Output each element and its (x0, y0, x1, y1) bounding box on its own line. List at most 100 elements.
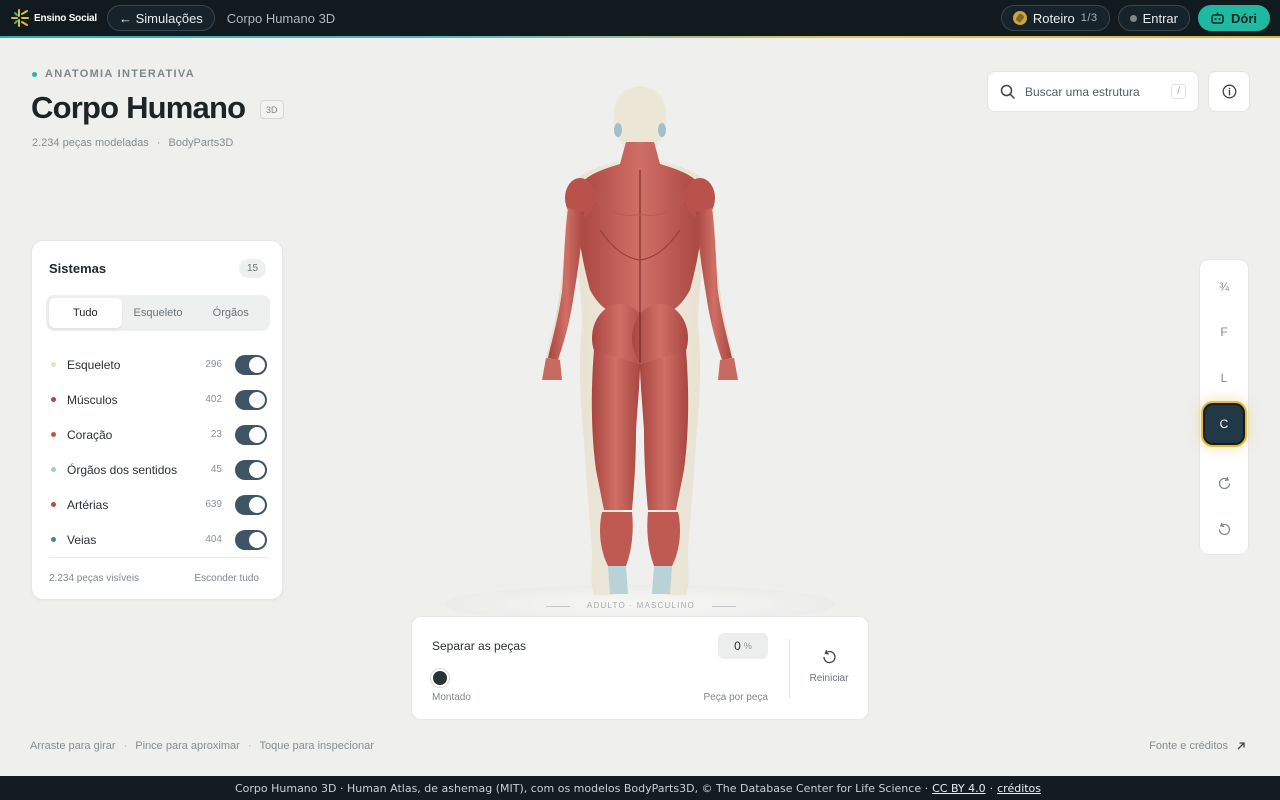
view-lateral-button[interactable]: L (1205, 359, 1243, 397)
tab-orgaos[interactable]: Órgãos (194, 298, 267, 328)
roteiro-label: Roteiro (1032, 10, 1075, 26)
reset-icon (823, 649, 836, 664)
login-button[interactable]: Entrar (1117, 5, 1190, 31)
systems-panel: Sistemas 15 Tudo Esqueleto Órgãos Esquel… (31, 240, 283, 600)
system-label: Coração (67, 427, 113, 442)
explode-panel: Separar as peças 0 % Montado Peça por pe… (411, 616, 869, 720)
hint-separator: · (123, 740, 128, 752)
system-count: 639 (205, 499, 222, 510)
explode-value-unit: % (743, 641, 752, 651)
system-toggle[interactable] (235, 424, 267, 445)
systems-count-badge: 15 (239, 259, 266, 278)
roteiro-button[interactable]: Roteiro 1/3 (1000, 5, 1110, 31)
search-shortcut: / (1171, 84, 1186, 99)
explode-value: 0 % (718, 633, 768, 659)
system-label: Músculos (67, 392, 118, 407)
hide-all-button[interactable]: Esconder tudo (195, 573, 260, 584)
eyebrow-dot-icon (32, 71, 37, 77)
footer-separator: · (989, 781, 994, 795)
attribution-text: Corpo Humano 3D · Human Atlas, de ashema… (234, 781, 929, 795)
eyebrow: ANATOMIA INTERATIVA (32, 68, 195, 80)
system-count: 296 (205, 359, 222, 370)
panel-divider (49, 557, 269, 558)
hint-zoom: Pince para aproximar (135, 740, 240, 752)
system-row-veias[interactable]: Veias 404 (49, 522, 267, 557)
eyebrow-text: ANATOMIA INTERATIVA (45, 68, 195, 80)
credits-link[interactable]: créditos (997, 782, 1041, 795)
system-toggle[interactable] (235, 494, 267, 515)
system-row-musculos[interactable]: Músculos 402 (49, 382, 267, 417)
search-box[interactable]: Buscar uma estrutura / (987, 71, 1199, 112)
assistant-button[interactable]: Dóri (1198, 5, 1270, 31)
system-count: 404 (205, 534, 222, 545)
search-input[interactable]: Buscar uma estrutura (1025, 85, 1161, 99)
3d-badge: 3D (260, 100, 284, 119)
visible-pieces-count: 2.234 peças visíveis (49, 573, 140, 584)
model-meta: 2.234 peças modeladas · BodyParts3D (32, 137, 233, 149)
system-toggle[interactable] (235, 529, 267, 550)
info-icon (1222, 84, 1236, 99)
system-toggle[interactable] (235, 459, 267, 480)
view-back-button[interactable]: C (1205, 405, 1243, 443)
hint-inspect: Toque para inspecionar (259, 740, 374, 752)
explode-slider-track[interactable] (432, 677, 768, 679)
auto-rotate-button[interactable] (1205, 464, 1243, 502)
explode-value-number: 0 (734, 639, 741, 653)
interaction-hints: Arraste para girar · Pince para aproxima… (30, 740, 374, 752)
login-label: Entrar (1142, 10, 1178, 26)
tab-tudo[interactable]: Tudo (49, 298, 122, 328)
tab-esqueleto[interactable]: Esqueleto (122, 298, 195, 328)
system-color-dot (51, 362, 56, 367)
external-arrow-icon (1237, 742, 1245, 750)
system-color-dot (51, 467, 56, 472)
explode-min-label: Montado (432, 692, 471, 703)
sources-credits-link[interactable]: Fonte e créditos (1149, 740, 1246, 752)
system-count: 45 (210, 464, 222, 475)
license-link[interactable]: CC BY 4.0 (932, 782, 986, 795)
search-icon (1000, 84, 1015, 99)
compass-icon (1012, 11, 1027, 25)
page-title: Corpo Humano (31, 90, 246, 125)
info-button[interactable] (1208, 71, 1250, 112)
sources-credits-label: Fonte e créditos (1149, 740, 1228, 752)
view-toolbar: ¾ F L C (1199, 259, 1249, 555)
brand-logo-icon (11, 9, 29, 27)
reset-view-button[interactable] (1205, 510, 1243, 548)
system-label: Esqueleto (67, 357, 121, 372)
meta-separator: · (156, 137, 161, 149)
system-row-arterias[interactable]: Artérias 639 (49, 487, 267, 522)
back-to-simulations-button[interactable]: ← Simulações (106, 5, 215, 31)
system-count: 402 (205, 394, 222, 405)
system-row-orgaos-dos-sentidos[interactable]: Órgãos dos sentidos 45 (49, 452, 267, 487)
system-toggle[interactable] (235, 389, 267, 410)
view-front-button[interactable]: F (1205, 313, 1243, 351)
top-bar: Ensino Social ← Simulações Corpo Humano … (0, 0, 1280, 38)
roteiro-progress: 1/3 (1080, 12, 1098, 24)
system-color-dot (51, 502, 56, 507)
page-breadcrumb: Corpo Humano 3D (226, 10, 336, 26)
explode-slider-handle[interactable] (433, 671, 447, 685)
systems-title: Sistemas (49, 261, 107, 276)
systems-list: Esqueleto 296 Músculos 402 Coração 23 Ór… (49, 347, 267, 557)
hint-separator: · (247, 740, 252, 752)
system-label: Órgãos dos sentidos (67, 462, 178, 477)
status-dot-icon (1129, 14, 1137, 22)
system-color-dot (51, 397, 56, 402)
system-row-coracao[interactable]: Coração 23 (49, 417, 267, 452)
brand-name: Ensino Social (34, 12, 97, 24)
view-three-quarter-button[interactable]: ¾ (1205, 268, 1243, 306)
explode-title: Separar as peças (432, 639, 527, 653)
brand[interactable]: Ensino Social (10, 8, 97, 28)
human-body-model[interactable] (530, 80, 750, 610)
explode-reset-button[interactable]: Reiniciar (800, 649, 858, 684)
system-label: Veias (67, 532, 97, 547)
system-row-esqueleto[interactable]: Esqueleto 296 (49, 347, 267, 382)
system-color-dot (51, 432, 56, 437)
hint-rotate: Arraste para girar (30, 740, 116, 752)
rotate-counterclockwise-icon (1218, 522, 1230, 535)
system-color-dot (51, 537, 56, 542)
pieces-count: 2.234 peças modeladas (32, 137, 149, 149)
assistant-label: Dóri (1231, 10, 1257, 26)
system-toggle[interactable] (235, 354, 267, 375)
explode-max-label: Peça por peça (703, 692, 769, 703)
